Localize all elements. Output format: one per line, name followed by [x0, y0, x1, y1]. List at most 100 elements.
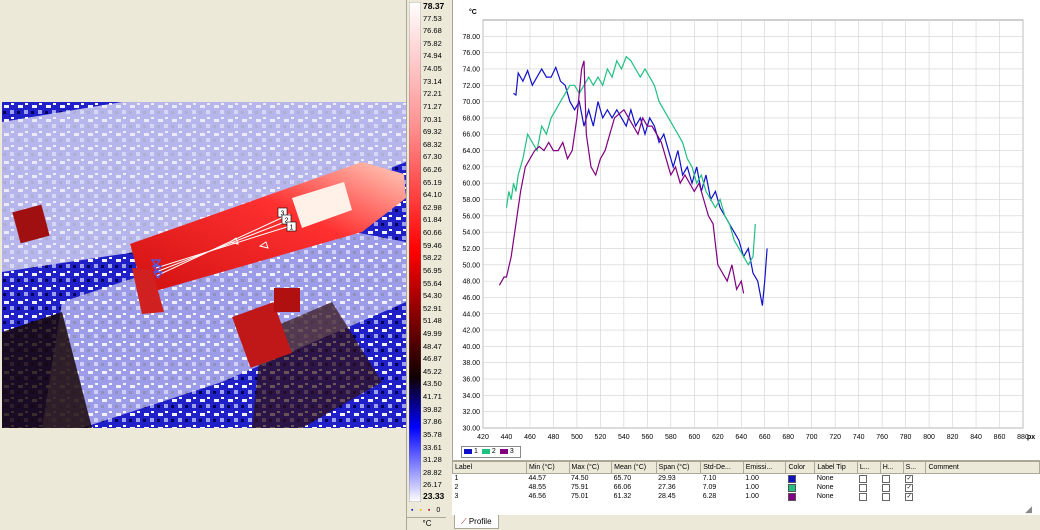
table-cell-emis: 1.00: [745, 493, 759, 500]
table-cell-tip[interactable]: None: [815, 474, 858, 484]
table-row[interactable]: 3 46.56 75.01 61.32 28.45 6.28 1.00 None ✓: [453, 492, 1040, 501]
checkbox[interactable]: [882, 492, 891, 501]
palette-blue-icon[interactable]: ▪: [411, 507, 413, 514]
table-cell-comment[interactable]: [926, 483, 1040, 492]
table-cell-comment[interactable]: [926, 492, 1040, 501]
table-cell-min: 48.55: [528, 484, 546, 491]
y-tick-label: 56.00: [462, 213, 480, 220]
scale-tick-label: 76.68: [423, 26, 442, 36]
x-tick-label: 680: [782, 434, 794, 441]
legend-label: 1: [474, 448, 478, 455]
scale-tick-label: 46.87: [423, 354, 442, 364]
x-tick-label: 620: [712, 434, 724, 441]
table-header-cell[interactable]: L...: [856, 461, 881, 474]
checkbox[interactable]: [882, 483, 891, 492]
scale-tick-label: 55.64: [423, 278, 442, 288]
table-cell-s-checkbox[interactable]: ✓: [903, 474, 926, 484]
palette-yellow-icon[interactable]: ▪: [419, 507, 421, 514]
scale-tick-label: 73.14: [423, 76, 442, 86]
profile-chart[interactable]: 30.00 32.00 34.00 36.00 38.00 40.00 42.00 44.00…: [453, 0, 1040, 446]
color-swatch[interactable]: [787, 483, 796, 492]
legend-item[interactable]: 3: [499, 447, 514, 457]
checkbox[interactable]: [859, 492, 868, 501]
legend-label: 2: [491, 448, 496, 455]
table-cell-comment[interactable]: [926, 474, 1040, 484]
table-cell-s-checkbox[interactable]: ✓: [903, 483, 926, 492]
table-header-cell[interactable]: Max (°C): [568, 461, 613, 474]
checkbox[interactable]: [859, 474, 868, 483]
scale-tick-label: 67.30: [423, 152, 442, 162]
table-cell-l-checkbox[interactable]: [857, 492, 880, 501]
scale-tick-label: 48.47: [423, 341, 442, 351]
scale-tick-label: 26.17: [423, 480, 442, 490]
scale-tick-label: 72.21: [423, 89, 442, 99]
scale-tick-label: 23.33: [423, 491, 445, 501]
profile-chart-panel: 30.00 32.00 34.00 36.00 38.00 40.00 42.00 44.00…: [452, 0, 1040, 460]
table-header-cell[interactable]: Span (°C): [655, 461, 702, 474]
table-cell-span: 27.36: [658, 484, 676, 491]
table-header-cell[interactable]: Comment: [925, 461, 1040, 474]
table-header-cell[interactable]: Emissi...: [742, 461, 787, 474]
legend-item[interactable]: 2: [481, 447, 496, 457]
table-header-cell[interactable]: Label Tip: [814, 461, 858, 474]
checkbox[interactable]: ✓: [905, 474, 914, 483]
table-cell-label: 3: [454, 493, 459, 500]
table-cell-std: 6.28: [702, 493, 717, 500]
table-header-cell[interactable]: Std-De...: [700, 461, 744, 474]
y-tick-label: 36.00: [462, 377, 480, 384]
scale-zero-value: 0: [436, 507, 441, 514]
x-tick-label: 700: [806, 434, 818, 441]
table-cell-color[interactable]: [786, 483, 815, 492]
table-row[interactable]: 2 48.55 75.91 66.06 27.36 7.09 1.00 None ✓: [453, 483, 1040, 492]
tab-profile[interactable]: ⟋ Profile: [454, 515, 499, 529]
table-header-cell[interactable]: Min (°C): [525, 461, 570, 474]
table-cell-mean: 66.06: [613, 484, 632, 491]
x-tick-label: 760: [876, 434, 888, 441]
profile-label-1[interactable]: 1: [286, 221, 297, 232]
scale-tick-label: 60.66: [423, 228, 442, 238]
scale-tick-label: 35.78: [423, 429, 442, 439]
color-swatch[interactable]: [787, 492, 796, 501]
scale-tick-label: 65.19: [423, 177, 442, 187]
table-cell-color[interactable]: [786, 474, 815, 484]
x-tick-label: 440: [501, 434, 513, 441]
table-cell-tip[interactable]: None: [815, 483, 858, 492]
checkbox[interactable]: ✓: [905, 483, 914, 492]
x-tick-label: 660: [759, 434, 771, 441]
chart-legend: 1 2 3: [461, 446, 521, 458]
table-cell-h-checkbox[interactable]: [880, 483, 903, 492]
plot-area: [482, 19, 1024, 429]
scale-tick-label: 70.31: [423, 114, 442, 124]
table-cell-l-checkbox[interactable]: [857, 483, 880, 492]
y-tick-label: 72.00: [462, 83, 480, 90]
table-cell-l-checkbox[interactable]: [857, 474, 880, 484]
table-cell-s-checkbox[interactable]: ✓: [903, 492, 926, 501]
scale-tick-label: 56.95: [423, 265, 442, 275]
resize-grip-icon[interactable]: ◢: [1025, 504, 1032, 515]
profile-label-1-text: 1: [290, 225, 294, 232]
table-header-cell[interactable]: S...: [902, 461, 927, 474]
table-header-cell[interactable]: Label: [452, 461, 527, 474]
scale-tick-label: 43.50: [423, 379, 442, 389]
checkbox[interactable]: ✓: [905, 492, 914, 501]
table-cell-tip[interactable]: None: [815, 492, 858, 501]
color-swatch[interactable]: [787, 474, 796, 483]
table-header-cell[interactable]: H...: [879, 461, 904, 474]
palette-red-icon[interactable]: ▪: [428, 507, 430, 514]
x-tick-label: 500: [571, 434, 583, 441]
thermal-image-panel: 3 2 1: [0, 0, 406, 530]
scale-tick-label: 52.91: [423, 303, 442, 313]
table-row[interactable]: 1 44.57 74.50 65.70 29.93 7.10 1.00 None ✓: [453, 474, 1040, 484]
table-header-cell[interactable]: Color: [785, 461, 816, 474]
y-tick-label: 44.00: [462, 311, 480, 318]
x-tick-label: 860: [994, 434, 1006, 441]
checkbox[interactable]: [859, 483, 868, 492]
checkbox[interactable]: [882, 474, 891, 483]
table-header-cell[interactable]: Mean (°C): [611, 461, 657, 474]
legend-item[interactable]: 1: [464, 447, 478, 457]
table-cell-h-checkbox[interactable]: [880, 474, 903, 484]
profile-table-panel: Label Min (°C) Max (°C) Mean (°C) Span (°C) S…: [452, 460, 1040, 516]
table-cell-color[interactable]: [786, 492, 815, 501]
thermal-image[interactable]: 3 2 1: [2, 102, 406, 428]
table-cell-h-checkbox[interactable]: [880, 492, 903, 501]
